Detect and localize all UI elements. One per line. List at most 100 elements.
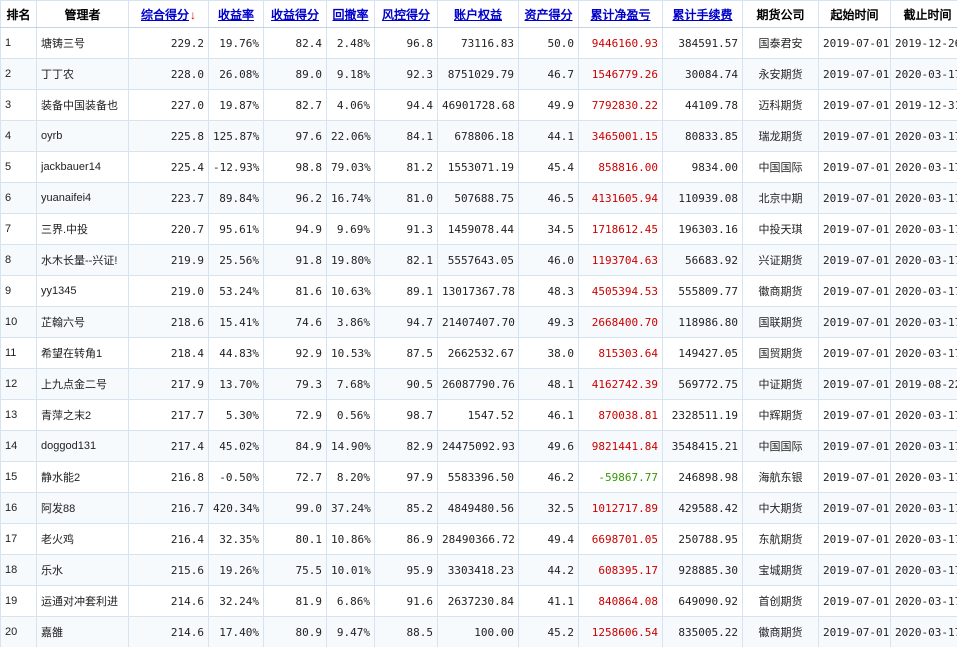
cell-company: 首创期货 (742, 585, 819, 617)
cell-asset-score: 50.0 (518, 27, 579, 59)
cell-rank: 10 (0, 306, 37, 338)
cell-end: 2020-03-17 (890, 306, 957, 338)
cell-score: 228.0 (128, 58, 209, 90)
table-row: 3 装备中国装备也 227.0 19.87% 82.7 4.06% 94.4 46901728… (0, 89, 957, 121)
cell-drawdown: 19.80% (326, 244, 375, 276)
col-header-drawdown[interactable]: 回撤率 (326, 0, 375, 28)
cell-start: 2019-07-01 (818, 27, 891, 59)
cell-return-score: 82.4 (263, 27, 327, 59)
cell-equity: 24475092.93 (437, 430, 519, 462)
sort-link-net-profit[interactable]: 累计净盈亏 (590, 8, 650, 22)
sort-link-score[interactable]: 综合得分 (141, 8, 189, 22)
cell-drawdown: 9.18% (326, 58, 375, 90)
cell-return-rate: 25.56% (208, 244, 264, 276)
cell-equity: 8751029.79 (437, 58, 519, 90)
cell-score: 223.7 (128, 182, 209, 214)
cell-drawdown: 9.47% (326, 616, 375, 647)
cell-asset-score: 49.4 (518, 523, 579, 555)
col-header-risk-score[interactable]: 风控得分 (374, 0, 438, 28)
cell-rank: 15 (0, 461, 37, 493)
cell-rank: 5 (0, 151, 37, 183)
cell-equity: 73116.83 (437, 27, 519, 59)
cell-asset-score: 45.2 (518, 616, 579, 647)
cell-company: 国贸期货 (742, 337, 819, 369)
col-header-asset-score[interactable]: 资产得分 (518, 0, 579, 28)
table-row: 10 芷翰六号 218.6 15.41% 74.6 3.86% 94.7 21407407.7… (0, 306, 957, 338)
cell-return-score: 75.5 (263, 554, 327, 586)
cell-company: 中大期货 (742, 492, 819, 524)
sort-link-risk-score[interactable]: 风控得分 (382, 8, 430, 22)
cell-return-rate: 19.87% (208, 89, 264, 121)
cell-company: 中证期货 (742, 368, 819, 400)
cell-net-profit: 2668400.70 (578, 306, 663, 338)
cell-manager: 嘉雒 (36, 616, 129, 647)
cell-net-profit: 4131605.94 (578, 182, 663, 214)
sort-link-fees[interactable]: 累计手续费 (672, 8, 732, 22)
cell-fees: 3548415.21 (662, 430, 743, 462)
cell-equity: 21407407.70 (437, 306, 519, 338)
cell-score: 216.7 (128, 492, 209, 524)
cell-fees: 118986.80 (662, 306, 743, 338)
cell-manager: 乐水 (36, 554, 129, 586)
cell-manager: yuanaifei4 (36, 182, 129, 214)
cell-net-profit: 1258606.54 (578, 616, 663, 647)
col-header-return-score[interactable]: 收益得分 (263, 0, 327, 28)
cell-risk-score: 88.5 (374, 616, 438, 647)
cell-risk-score: 81.0 (374, 182, 438, 214)
cell-start: 2019-07-01 (818, 585, 891, 617)
col-header-score[interactable]: 综合得分↓ (128, 0, 209, 28)
col-header-net-profit[interactable]: 累计净盈亏 (578, 0, 663, 28)
col-header-equity[interactable]: 账户权益 (437, 0, 519, 28)
cell-start: 2019-07-01 (818, 244, 891, 276)
cell-net-profit: 858816.00 (578, 151, 663, 183)
cell-asset-score: 49.3 (518, 306, 579, 338)
cell-company: 国泰君安 (742, 27, 819, 59)
cell-manager: 芷翰六号 (36, 306, 129, 338)
cell-fees: 246898.98 (662, 461, 743, 493)
cell-end: 2020-03-17 (890, 120, 957, 152)
sort-desc-arrow-icon[interactable]: ↓ (190, 8, 196, 22)
cell-return-rate: 26.08% (208, 58, 264, 90)
cell-risk-score: 94.4 (374, 89, 438, 121)
cell-risk-score: 81.2 (374, 151, 438, 183)
sort-link-asset-score[interactable]: 资产得分 (524, 8, 572, 22)
cell-start: 2019-07-01 (818, 120, 891, 152)
table-row: 2 丁丁农 228.0 26.08% 89.0 9.18% 92.3 8751029.79 46… (0, 58, 957, 90)
table-row: 4 oyrb 225.8 125.87% 97.6 22.06% 84.1 678806.18… (0, 120, 957, 152)
col-header-manager: 管理者 (36, 0, 129, 28)
cell-end: 2020-03-17 (890, 244, 957, 276)
cell-return-rate: 420.34% (208, 492, 264, 524)
cell-start: 2019-07-01 (818, 182, 891, 214)
cell-risk-score: 96.8 (374, 27, 438, 59)
sort-link-return-rate[interactable]: 收益率 (218, 8, 254, 22)
cell-start: 2019-07-01 (818, 399, 891, 431)
cell-start: 2019-07-01 (818, 616, 891, 647)
cell-end: 2020-03-17 (890, 585, 957, 617)
sort-link-equity[interactable]: 账户权益 (454, 8, 502, 22)
cell-equity: 678806.18 (437, 120, 519, 152)
sort-link-return-score[interactable]: 收益得分 (271, 8, 319, 22)
col-header-return-rate[interactable]: 收益率 (208, 0, 264, 28)
cell-net-profit: 1546779.26 (578, 58, 663, 90)
cell-manager: yy1345 (36, 275, 129, 307)
sort-link-drawdown[interactable]: 回撤率 (332, 8, 368, 22)
col-header-fees[interactable]: 累计手续费 (662, 0, 743, 28)
cell-return-score: 84.9 (263, 430, 327, 462)
cell-drawdown: 6.86% (326, 585, 375, 617)
cell-asset-score: 46.5 (518, 182, 579, 214)
cell-net-profit: 3465001.15 (578, 120, 663, 152)
table-row: 1 塘铸三号 229.2 19.76% 82.4 2.48% 96.8 73116.83 50.… (0, 27, 957, 59)
cell-start: 2019-07-01 (818, 492, 891, 524)
table-row: 18 乐水 215.6 19.26% 75.5 10.01% 95.9 3303418.23 4… (0, 554, 957, 586)
cell-score: 227.0 (128, 89, 209, 121)
cell-return-score: 98.8 (263, 151, 327, 183)
cell-rank: 11 (0, 337, 37, 369)
cell-return-rate: 44.83% (208, 337, 264, 369)
cell-equity: 507688.75 (437, 182, 519, 214)
cell-return-score: 74.6 (263, 306, 327, 338)
cell-return-score: 80.9 (263, 616, 327, 647)
cell-risk-score: 98.7 (374, 399, 438, 431)
col-header-end: 截止时间 (890, 0, 957, 28)
cell-end: 2020-03-17 (890, 430, 957, 462)
cell-asset-score: 48.1 (518, 368, 579, 400)
